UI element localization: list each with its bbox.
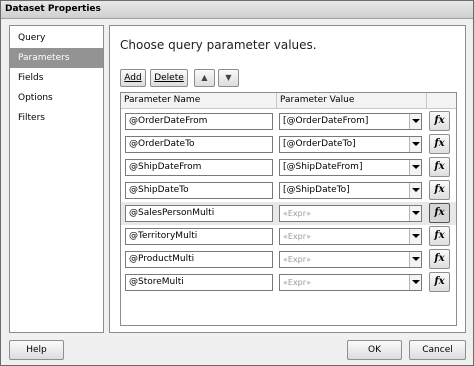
move-down-icon: ▼	[225, 73, 232, 82]
sidebar-item-filters[interactable]: Filters	[10, 108, 103, 128]
table-row[interactable]: @StoreMulti «Expr» fx	[121, 271, 456, 294]
delete-button[interactable]: Delete	[150, 69, 188, 87]
parameter-value-text: «Expr»	[283, 232, 311, 241]
window-title: Dataset Properties	[5, 4, 101, 14]
dropdown-arrow-icon[interactable]	[409, 252, 421, 267]
expression-button[interactable]: fx	[429, 157, 450, 177]
grid-header: Parameter Name Parameter Value	[121, 93, 456, 109]
expression-button[interactable]: fx	[429, 249, 450, 269]
sidebar-item-fields[interactable]: Fields	[10, 68, 103, 88]
title-bar: Dataset Properties	[1, 1, 473, 19]
table-row[interactable]: @OrderDateFrom [@OrderDateFrom] fx	[121, 110, 456, 133]
parameter-name-input[interactable]: @ShipDateTo	[125, 182, 273, 199]
parameter-value-text: «Expr»	[283, 255, 311, 264]
expression-button[interactable]: fx	[429, 111, 450, 131]
parameter-name-input[interactable]: @TerritoryMulti	[125, 228, 273, 245]
parameter-name-input[interactable]: @SalesPersonMulti	[125, 205, 273, 222]
table-row[interactable]: @TerritoryMulti «Expr» fx	[121, 225, 456, 248]
dropdown-arrow-icon[interactable]	[409, 275, 421, 290]
dropdown-arrow-icon[interactable]	[409, 229, 421, 244]
table-row[interactable]: @OrderDateTo [@OrderDateTo] fx	[121, 133, 456, 156]
parameter-name-input[interactable]: @OrderDateTo	[125, 136, 273, 153]
expression-button[interactable]: fx	[429, 226, 450, 246]
dropdown-arrow-icon[interactable]	[409, 137, 421, 152]
sidebar-item-parameters[interactable]: Parameters	[10, 48, 103, 68]
parameter-value-text: «Expr»	[283, 209, 311, 218]
parameter-value-combobox[interactable]: [@ShipDateTo]	[279, 182, 422, 199]
table-row[interactable]: @ProductMulti «Expr» fx	[121, 248, 456, 271]
move-up-button[interactable]: ▲	[194, 69, 215, 87]
parameter-value-text: [@ShipDateFrom]	[283, 162, 363, 172]
dropdown-arrow-icon[interactable]	[409, 183, 421, 198]
parameter-grid: Parameter Name Parameter Value @OrderDat…	[120, 92, 457, 326]
parameters-panel: Choose query parameter values. Add Delet…	[109, 25, 466, 333]
dropdown-arrow-icon[interactable]	[409, 160, 421, 175]
dropdown-arrow-icon[interactable]	[409, 114, 421, 129]
column-header-parameter-name: Parameter Name	[124, 95, 201, 105]
move-up-icon: ▲	[201, 73, 208, 82]
parameter-value-text: [@OrderDateTo]	[283, 139, 356, 149]
table-row[interactable]: @ShipDateFrom [@ShipDateFrom] fx	[121, 156, 456, 179]
move-down-button[interactable]: ▼	[218, 69, 239, 87]
dataset-properties-dialog: Dataset Properties Query Parameters Fiel…	[0, 0, 474, 366]
parameter-name-input[interactable]: @OrderDateFrom	[125, 113, 273, 130]
parameter-name-input[interactable]: @ProductMulti	[125, 251, 273, 268]
parameter-value-combobox[interactable]: [@OrderDateTo]	[279, 136, 422, 153]
expression-button[interactable]: fx	[429, 203, 450, 223]
parameter-value-combobox[interactable]: [@ShipDateFrom]	[279, 159, 422, 176]
parameter-value-combobox[interactable]: [@OrderDateFrom]	[279, 113, 422, 130]
help-button[interactable]: Help	[9, 340, 64, 360]
parameter-value-text: [@OrderDateFrom]	[283, 116, 369, 126]
sidebar-item-options[interactable]: Options	[10, 88, 103, 108]
table-row[interactable]: @ShipDateTo [@ShipDateTo] fx	[121, 179, 456, 202]
parameter-value-combobox[interactable]: «Expr»	[279, 228, 422, 245]
parameter-value-combobox[interactable]: «Expr»	[279, 205, 422, 222]
expression-button[interactable]: fx	[429, 180, 450, 200]
parameter-value-combobox[interactable]: «Expr»	[279, 274, 422, 291]
parameter-value-combobox[interactable]: «Expr»	[279, 251, 422, 268]
parameter-name-input[interactable]: @ShipDateFrom	[125, 159, 273, 176]
add-button[interactable]: Add	[120, 69, 146, 87]
cancel-button[interactable]: Cancel	[409, 340, 466, 360]
column-divider[interactable]	[426, 93, 427, 109]
ok-button[interactable]: OK	[347, 340, 402, 360]
parameter-value-text: «Expr»	[283, 278, 311, 287]
page-title: Choose query parameter values.	[120, 38, 317, 52]
table-row[interactable]: @SalesPersonMulti «Expr» fx	[121, 202, 456, 225]
sidebar-item-query[interactable]: Query	[10, 28, 103, 48]
parameter-name-input[interactable]: @StoreMulti	[125, 274, 273, 291]
dropdown-arrow-icon[interactable]	[409, 206, 421, 221]
column-header-parameter-value: Parameter Value	[280, 95, 355, 105]
expression-button[interactable]: fx	[429, 134, 450, 154]
expression-button[interactable]: fx	[429, 272, 450, 292]
sidebar: Query Parameters Fields Options Filters	[9, 25, 104, 333]
parameter-value-text: [@ShipDateTo]	[283, 185, 350, 195]
